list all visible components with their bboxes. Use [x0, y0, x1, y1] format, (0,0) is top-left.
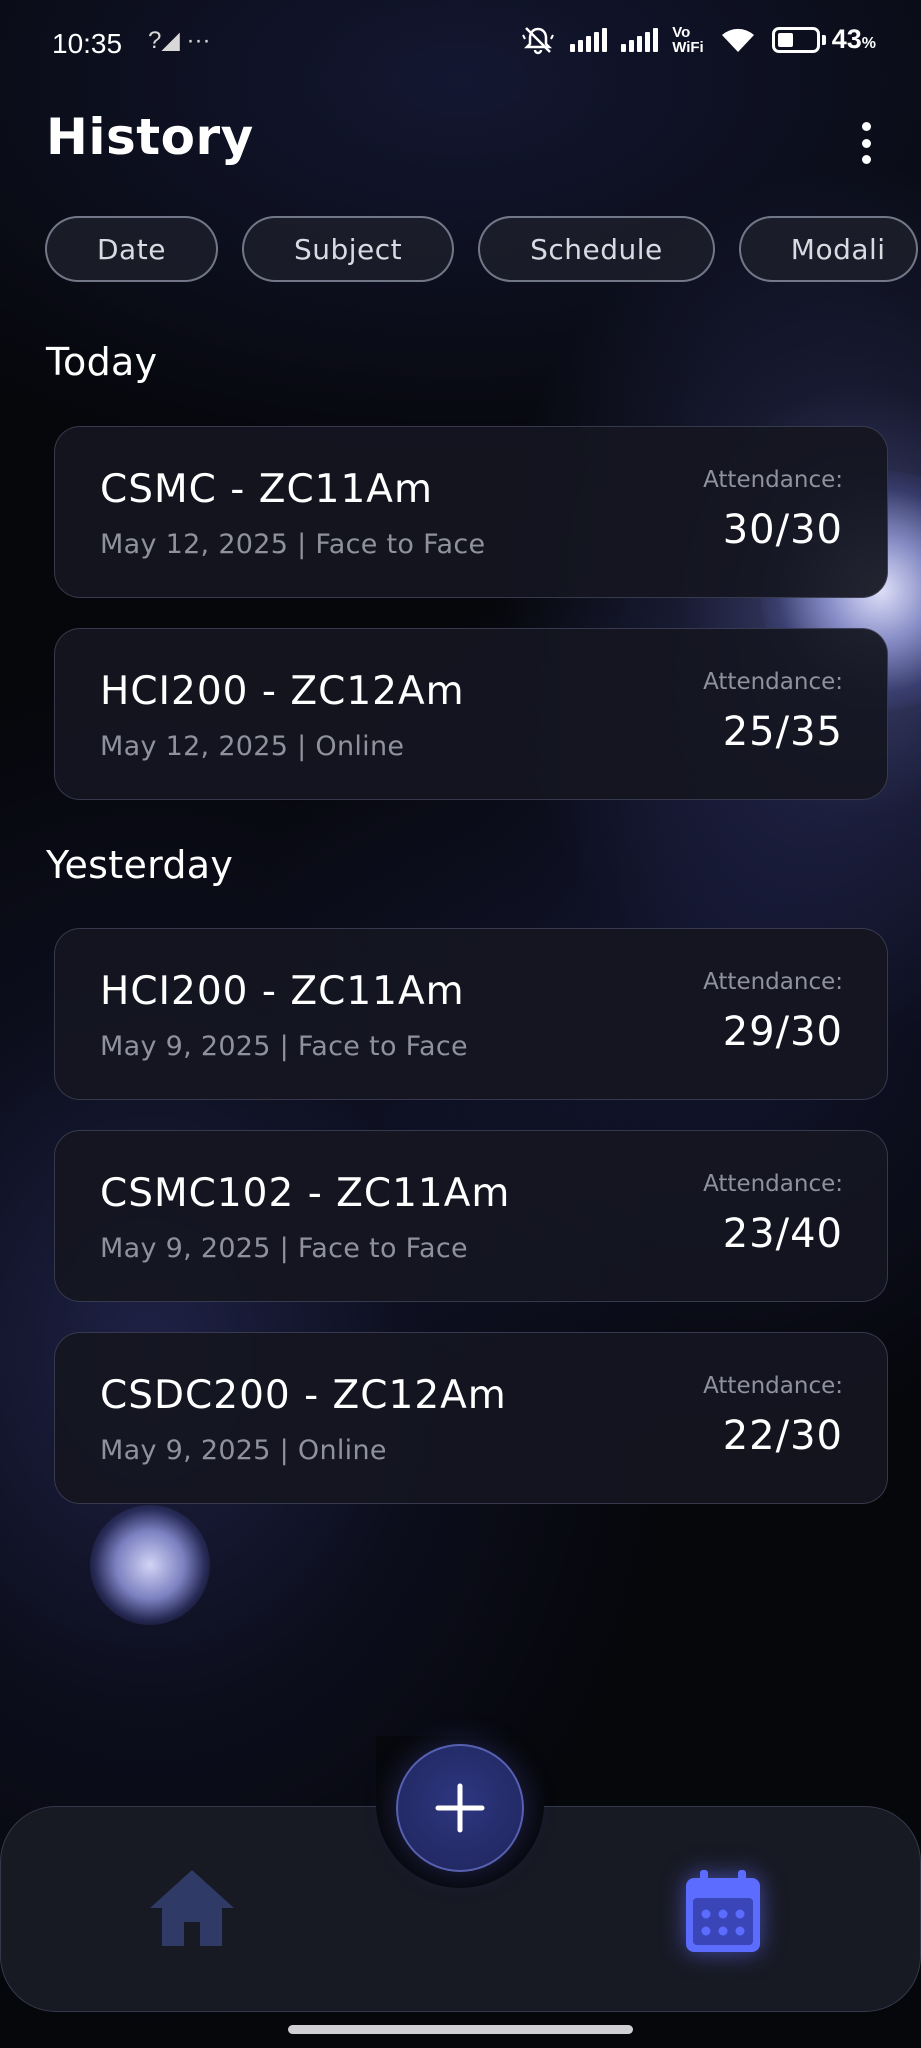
signal-icon: [570, 27, 608, 52]
vowifi-icon: Vo WiFi: [672, 23, 704, 56]
attendance-label: Attendance:: [703, 1373, 843, 1399]
add-button[interactable]: [396, 1744, 524, 1872]
card-title: HCI200 - ZC11Am: [100, 969, 465, 1014]
history-card[interactable]: CSDC200 - ZC12Am May 9, 2025 | Online At…: [54, 1332, 888, 1504]
mute-bell-icon: [522, 26, 555, 54]
attendance-label: Attendance:: [703, 669, 843, 695]
history-screen: 10:35 ?◢ ··· Vo WiFi 43% History Date Su…: [0, 0, 921, 2048]
history-card[interactable]: CSMC - ZC11Am May 12, 2025 | Face to Fac…: [54, 426, 888, 598]
plus-icon: [435, 1783, 485, 1833]
attendance-label: Attendance:: [703, 969, 843, 995]
card-subtitle: May 12, 2025 | Face to Face: [100, 529, 486, 560]
status-right-icons: Vo WiFi 43%: [520, 24, 876, 55]
card-subtitle: May 9, 2025 | Face to Face: [100, 1031, 468, 1062]
notification-icons: ?◢ ···: [148, 27, 211, 54]
section-title-today: Today: [46, 340, 158, 384]
page-title: History: [46, 108, 254, 166]
signal-icon: [621, 27, 659, 52]
card-title: CSMC102 - ZC11Am: [100, 1171, 511, 1216]
attendance-value: 30/30: [722, 507, 843, 553]
card-subtitle: May 9, 2025 | Face to Face: [100, 1233, 468, 1264]
background-glow: [90, 1505, 210, 1625]
battery-percent: 43%: [831, 24, 876, 54]
attendance-value: 25/35: [722, 709, 843, 755]
filter-chip-subject[interactable]: Subject: [241, 216, 455, 282]
home-indicator[interactable]: [288, 2025, 633, 2034]
attendance-label: Attendance:: [703, 1171, 843, 1197]
home-icon[interactable]: [146, 1866, 238, 1950]
status-bar: 10:35 ?◢ ··· Vo WiFi 43%: [0, 0, 921, 90]
status-time: 10:35: [52, 28, 123, 59]
card-title: HCI200 - ZC12Am: [100, 669, 465, 714]
history-card[interactable]: HCI200 - ZC11Am May 9, 2025 | Face to Fa…: [54, 928, 888, 1100]
attendance-value: 29/30: [722, 1009, 843, 1055]
filter-chips: Date Subject Schedule Modali: [45, 216, 918, 282]
card-subtitle: May 9, 2025 | Online: [100, 1435, 387, 1466]
history-card[interactable]: CSMC102 - ZC11Am May 9, 2025 | Face to F…: [54, 1130, 888, 1302]
history-card[interactable]: HCI200 - ZC12Am May 12, 2025 | Online At…: [54, 628, 888, 800]
card-title: CSDC200 - ZC12Am: [100, 1373, 507, 1418]
attendance-label: Attendance:: [703, 467, 843, 493]
filter-chip-modality[interactable]: Modali: [738, 216, 918, 282]
attendance-value: 23/40: [722, 1211, 843, 1257]
battery-icon: 43%: [771, 24, 876, 55]
attendance-value: 22/30: [722, 1413, 843, 1459]
card-subtitle: May 12, 2025 | Online: [100, 731, 405, 762]
card-title: CSMC - ZC11Am: [100, 467, 433, 512]
filter-chip-date[interactable]: Date: [45, 216, 218, 282]
filter-chip-schedule[interactable]: Schedule: [478, 216, 715, 282]
calendar-icon[interactable]: [682, 1868, 764, 1956]
more-options-icon[interactable]: [848, 118, 884, 168]
wifi-icon: [721, 28, 754, 52]
section-title-yesterday: Yesterday: [46, 843, 234, 887]
